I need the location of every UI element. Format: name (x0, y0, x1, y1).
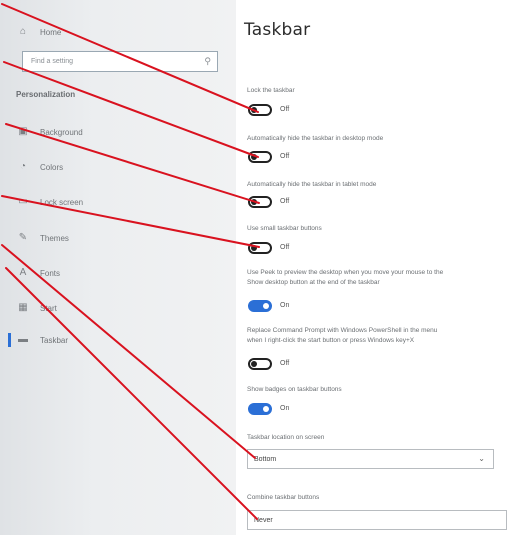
lock-screen-icon: ▭ (18, 196, 28, 207)
search-input[interactable]: Find a setting ⚲ (22, 51, 218, 72)
search-placeholder: Find a setting (31, 58, 74, 65)
small-buttons-label: Use small taskbar buttons (247, 225, 322, 232)
font-icon: A (19, 267, 27, 278)
sidebar-item-background[interactable]: ▣ Background (18, 122, 83, 142)
powershell-label: Replace Command Prompt with Windows Powe… (247, 327, 438, 334)
autohide-tablet-state: Off (280, 198, 290, 205)
chevron-down-icon: ⌄ (478, 454, 485, 463)
powershell-state: Off (280, 360, 290, 367)
sidebar-item-taskbar[interactable]: ▬ Taskbar (18, 330, 68, 350)
toggle-knob (263, 303, 269, 309)
taskbar-location-label: Taskbar location on screen (247, 434, 325, 441)
sidebar-item-label: Start (40, 303, 57, 313)
combine-buttons-value: Never (254, 516, 273, 524)
badges-state: On (280, 405, 290, 412)
sidebar-item-label: Taskbar (40, 335, 69, 345)
sidebar-item-label: Lock screen (40, 197, 84, 207)
start-icon: ▦ (18, 302, 28, 313)
taskbar-icon: ▬ (18, 334, 28, 345)
palette-icon: ◔ (19, 161, 27, 172)
autohide-tablet-toggle[interactable] (248, 196, 272, 208)
settings-content: Taskbar Lock the taskbar Off Automatical… (236, 0, 524, 535)
lock-taskbar-state: Off (280, 106, 290, 113)
powershell-toggle[interactable] (248, 358, 272, 370)
section-title: Personalization (16, 90, 76, 99)
sidebar-item-themes[interactable]: ✎ Themes (18, 228, 69, 248)
toggle-knob (251, 199, 257, 205)
sidebar-item-fonts[interactable]: A Fonts (18, 263, 60, 283)
lock-taskbar-toggle[interactable] (248, 104, 272, 116)
sidebar-item-label: Home (40, 27, 62, 37)
active-indicator (8, 333, 11, 347)
home-icon: ⌂ (19, 26, 27, 37)
autohide-desktop-state: Off (280, 153, 290, 160)
settings-sidebar: ⌂ Home Find a setting ⚲ Personalization … (0, 0, 236, 535)
sidebar-item-label: Colors (40, 162, 64, 172)
picture-icon: ▣ (18, 126, 28, 137)
brush-icon: ✎ (18, 232, 28, 243)
toggle-knob (251, 107, 257, 113)
peek-label-line2: Show desktop button at the end of the ta… (247, 279, 380, 286)
combine-buttons-select[interactable]: Never (247, 510, 507, 530)
autohide-tablet-label: Automatically hide the taskbar in tablet… (247, 181, 377, 188)
toggle-knob (251, 154, 257, 160)
autohide-desktop-label: Automatically hide the taskbar in deskto… (247, 135, 384, 142)
peek-state: On (280, 302, 290, 309)
page-title: Taskbar (244, 20, 311, 40)
toggle-knob (263, 406, 269, 412)
sidebar-item-label: Fonts (40, 268, 61, 278)
peek-toggle[interactable] (248, 300, 272, 312)
sidebar-item-home[interactable]: ⌂ Home (18, 22, 61, 42)
sidebar-item-start[interactable]: ▦ Start (18, 298, 57, 318)
badges-label: Show badges on taskbar buttons (247, 386, 342, 393)
combine-buttons-label: Combine taskbar buttons (247, 494, 320, 501)
small-buttons-toggle[interactable] (248, 242, 272, 254)
taskbar-location-value: Bottom (254, 455, 277, 463)
lock-taskbar-label: Lock the taskbar (247, 87, 295, 94)
toggle-knob (251, 361, 257, 367)
peek-label: Use Peek to preview the desktop when you… (247, 269, 444, 276)
autohide-desktop-toggle[interactable] (248, 151, 272, 163)
powershell-label-line2: when I right-click the start button or p… (247, 337, 415, 344)
badges-toggle[interactable] (248, 403, 272, 415)
sidebar-item-colors[interactable]: ◔ Colors (18, 157, 63, 177)
toggle-knob (251, 245, 257, 251)
taskbar-location-select[interactable]: Bottom ⌄ (247, 449, 494, 469)
sidebar-item-lock-screen[interactable]: ▭ Lock screen (18, 192, 83, 212)
search-icon: ⚲ (204, 56, 211, 66)
sidebar-item-label: Themes (40, 233, 69, 243)
small-buttons-state: Off (280, 244, 290, 251)
sidebar-item-label: Background (40, 127, 83, 137)
